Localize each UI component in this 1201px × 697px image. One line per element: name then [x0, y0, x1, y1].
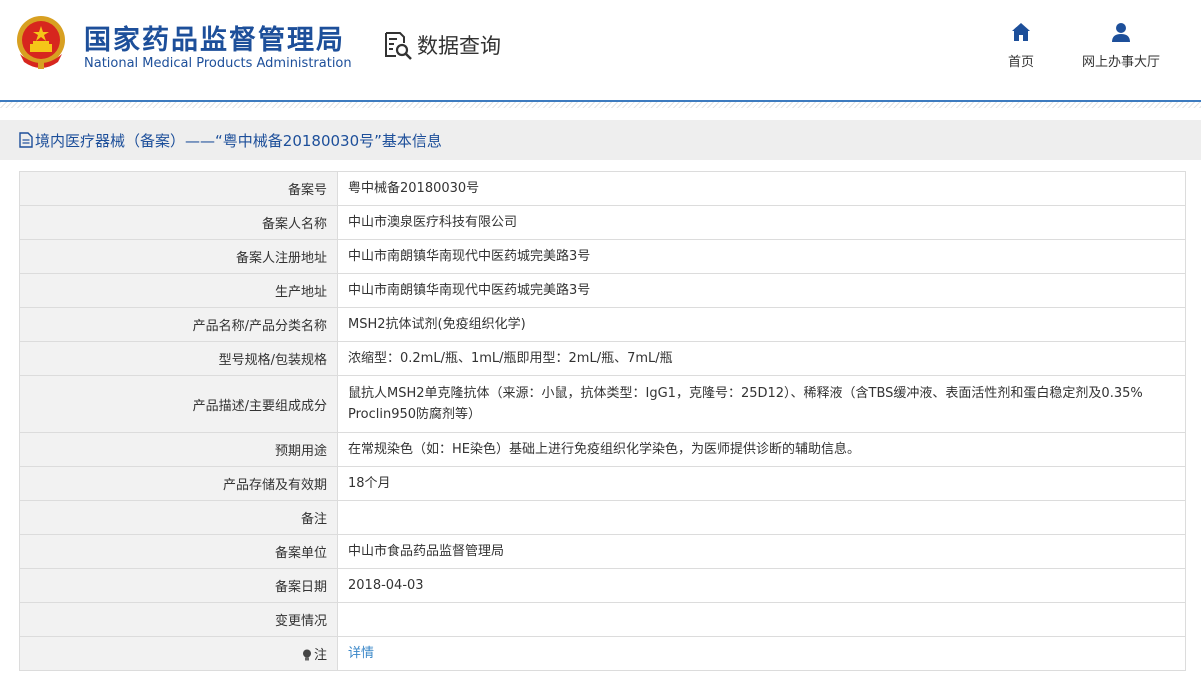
row-label: 产品存储及有效期	[19, 466, 338, 501]
table-row: 备案人名称 中山市澳泉医疗科技有限公司	[19, 205, 1186, 240]
section-header: 境内医疗器械（备案）——“粤中械备20180030号”基本信息	[0, 120, 1201, 160]
details-link[interactable]: 详情	[348, 646, 374, 661]
table-row: 产品名称/产品分类名称 MSH2抗体试剂(免疫组织化学)	[19, 307, 1186, 342]
table-row: 备案单位 中山市食品药品监督管理局	[19, 534, 1186, 569]
row-value: 中山市澳泉医疗科技有限公司	[337, 205, 1186, 240]
table-row: 型号规格/包装规格 浓缩型：0.2mL/瓶、1mL/瓶即用型：2mL/瓶、7mL…	[19, 341, 1186, 376]
row-value: 鼠抗人MSH2单克隆抗体（来源：小鼠，抗体类型：IgG1，克隆号：25D12）、…	[337, 375, 1186, 433]
row-value: 详情	[337, 636, 1186, 671]
row-value: 中山市南朗镇华南现代中医药城完美路3号	[337, 239, 1186, 274]
row-label: 备案日期	[19, 568, 338, 603]
table-row: 预期用途 在常规染色（如：HE染色）基础上进行免疫组织化学染色，为医师提供诊断的…	[19, 432, 1186, 467]
nav-hall-label: 网上办事大厅	[1081, 55, 1160, 70]
nav-home[interactable]: 首页	[1000, 22, 1042, 70]
row-value: 中山市南朗镇华南现代中医药城完美路3号	[337, 273, 1186, 308]
info-table: 备案号 粤中械备20180030号 备案人名称 中山市澳泉医疗科技有限公司 备案…	[19, 171, 1186, 671]
row-label: 产品描述/主要组成成分	[19, 375, 338, 433]
table-row: 注 详情	[19, 636, 1186, 671]
row-label: 备案人名称	[19, 205, 338, 240]
data-query-link[interactable]: 数据查询	[383, 30, 501, 60]
table-row: 备注	[19, 500, 1186, 535]
row-label: 预期用途	[19, 432, 338, 467]
site-title-en: National Medical Products Administration	[84, 56, 352, 71]
row-value: 中山市食品药品监督管理局	[337, 534, 1186, 569]
site-header: 国家药品监督管理局 National Medical Products Admi…	[0, 0, 1201, 108]
row-value	[337, 602, 1186, 637]
section-title: 境内医疗器械（备案）——“粤中械备20180030号”基本信息	[35, 131, 442, 150]
row-label: 备案单位	[19, 534, 338, 569]
bulb-icon	[302, 649, 311, 661]
table-row: 产品描述/主要组成成分 鼠抗人MSH2单克隆抗体（来源：小鼠，抗体类型：IgG1…	[19, 375, 1186, 433]
data-query-label: 数据查询	[417, 34, 501, 58]
nav-online-hall[interactable]: 网上办事大厅	[1074, 22, 1168, 70]
table-row: 生产地址 中山市南朗镇华南现代中医药城完美路3号	[19, 273, 1186, 308]
home-icon	[1012, 23, 1030, 41]
table-row: 备案号 粤中械备20180030号	[19, 171, 1186, 206]
table-row: 变更情况	[19, 602, 1186, 637]
row-value: 18个月	[337, 466, 1186, 501]
row-value	[337, 500, 1186, 535]
row-label: 备案号	[19, 171, 338, 206]
row-label: 型号规格/包装规格	[19, 341, 338, 376]
row-value: 粤中械备20180030号	[337, 171, 1186, 206]
row-label: 产品名称/产品分类名称	[19, 307, 338, 342]
header-divider	[0, 100, 1201, 108]
row-label: 变更情况	[19, 602, 338, 637]
row-value: 在常规染色（如：HE染色）基础上进行免疫组织化学染色，为医师提供诊断的辅助信息。	[337, 432, 1186, 467]
nav-home-label: 首页	[1007, 55, 1034, 70]
row-label: 注	[313, 648, 327, 663]
table-row: 备案人注册地址 中山市南朗镇华南现代中医药城完美路3号	[19, 239, 1186, 274]
user-icon	[1112, 23, 1130, 42]
search-document-icon	[385, 32, 412, 60]
table-row: 备案日期 2018-04-03	[19, 568, 1186, 603]
row-value: 浓缩型：0.2mL/瓶、1mL/瓶即用型：2mL/瓶、7mL/瓶	[337, 341, 1186, 376]
row-label: 备注	[19, 500, 338, 535]
row-label: 生产地址	[19, 273, 338, 308]
table-row: 产品存储及有效期 18个月	[19, 466, 1186, 501]
national-emblem-icon	[17, 16, 65, 69]
note-label-cell: 注	[19, 636, 338, 671]
site-title-cn: 国家药品监督管理局	[84, 25, 345, 56]
row-value: MSH2抗体试剂(免疫组织化学)	[337, 307, 1186, 342]
row-value: 2018-04-03	[337, 568, 1186, 603]
document-icon	[19, 132, 33, 148]
row-label: 备案人注册地址	[19, 239, 338, 274]
